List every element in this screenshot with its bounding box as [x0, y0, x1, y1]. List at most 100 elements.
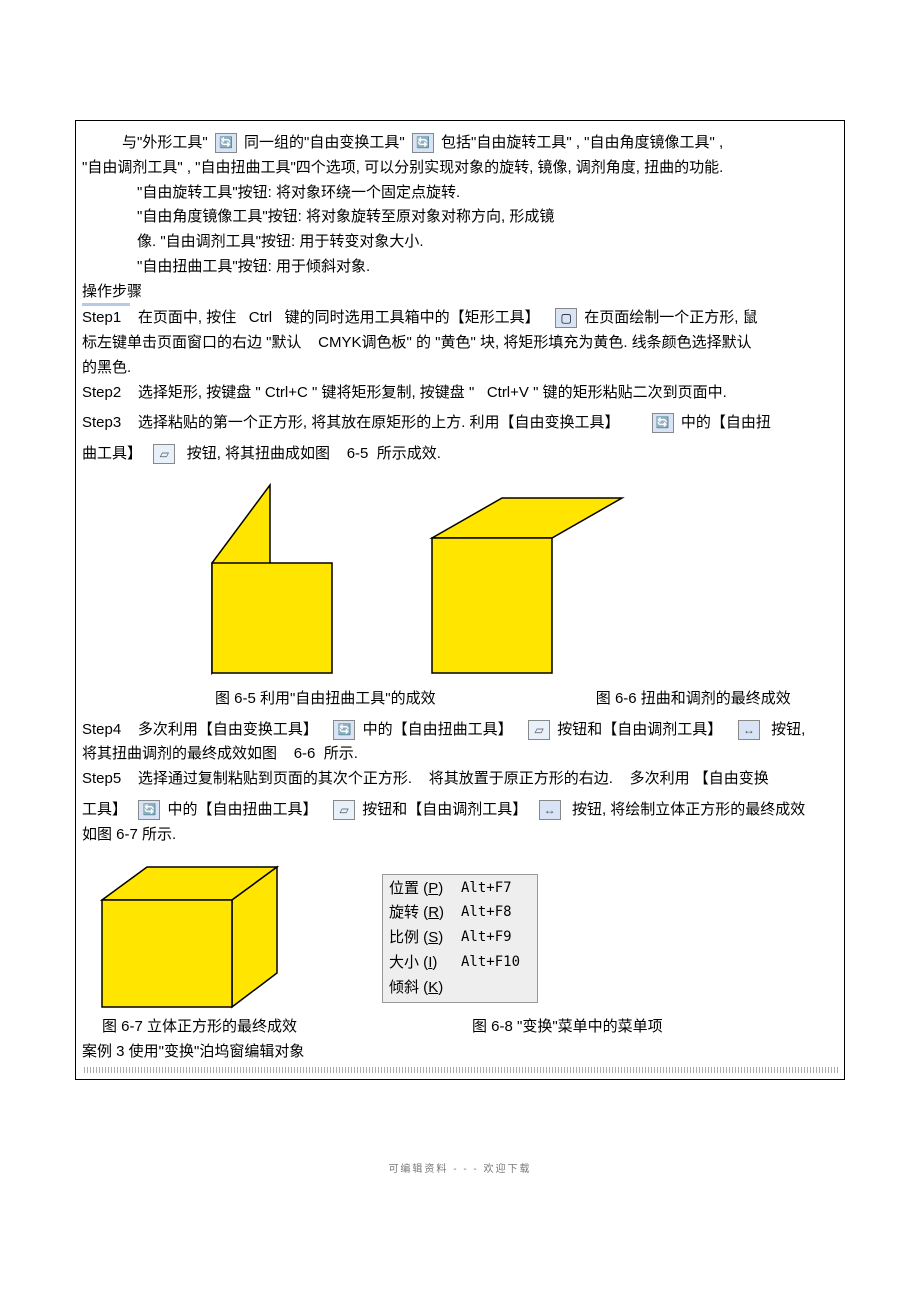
text: 将其放置于原正方形的右边. [429, 770, 613, 787]
fig-ref: 6-5 [347, 445, 369, 462]
text: 选择矩形, 按键盘 " [138, 384, 261, 401]
text: 中的【自由扭 [681, 414, 771, 431]
bullet-1: "自由旋转工具"按钮: 将对象环绕一个固定点旋转. [82, 181, 838, 206]
step2: Step2 选择矩形, 按键盘 " Ctrl+C " 键将矩形复制, 按键盘 "… [82, 381, 838, 406]
figure-row-1 [202, 473, 838, 683]
text: 按钮, [771, 721, 805, 738]
menu-label-text: 倾斜 [389, 979, 419, 996]
figure-6-5-image [202, 473, 362, 683]
text: 标左键单击页面窗口的右边 "默认 [82, 334, 302, 351]
menu-item-position[interactable]: 位置 (P) Alt+F7 [389, 877, 531, 902]
key-ctrl: Ctrl [249, 309, 272, 326]
step3-line2: 曲工具】 按钮, 将其扭曲成如图 6-5 所示成效. [82, 442, 838, 467]
caption-6-8: 图 6-8 "变换"菜单中的菜单项 [472, 1015, 792, 1040]
step1: Step1 在页面中, 按住 Ctrl 键的同时选用工具箱中的【矩形工具】 在页… [82, 306, 838, 331]
step-label: Step5 [82, 770, 121, 787]
menu-shortcut: Alt+F8 [461, 901, 531, 926]
free-distort-icon [153, 444, 175, 464]
free-transform-icon [333, 720, 355, 740]
step1-line3: 的黑色. [82, 356, 838, 381]
intro-line2: "自由调剂工具" , "自由扭曲工具"四个选项, 可以分别实现对象的旋转, 镜像… [82, 156, 838, 181]
key-ctrl-c: Ctrl+C [265, 384, 308, 401]
page-footer: 可编辑资料 - - - 欢迎下载 [0, 1160, 920, 1175]
menu-key: K [428, 979, 438, 996]
bullet-2: "自由角度镜像工具"按钮: 将对象旋转至原对象对称方向, 形成镜 [82, 205, 838, 230]
figure-row-2: 位置 (P) Alt+F7 旋转 (R) Alt+F8 比例 (S) Alt+F… [82, 855, 838, 1015]
intro-line1: 与"外形工具" 同一组的"自由变换工具" 包括"自由旋转工具" , "自由角度镜… [82, 131, 838, 156]
caption-row-1: 图 6-5 利用"自由扭曲工具"的成效 图 6-6 扭曲和调剂的最终成效 [82, 687, 838, 712]
menu-shortcut: Alt+F7 [461, 877, 531, 902]
text: " 键的矩形粘贴二次到页面中. [533, 384, 727, 401]
step5: Step5 选择通过复制粘贴到页面的其次个正方形. 将其放置于原正方形的右边. … [82, 767, 838, 792]
text: 按钮和【自由调剂工具】 [362, 801, 527, 818]
step4-line2: 将其扭曲调剂的最终成效如图 6-6 所示. [82, 742, 838, 767]
menu-key: R [428, 904, 439, 921]
text: 中的【自由扭曲工具】 [363, 721, 513, 738]
text: 多次利用 【自由变换 [630, 770, 769, 787]
text: CMYK调色板" 的 "黄色" 块, 将矩形填充为黄色. 线条颜色选择默认 [318, 334, 752, 351]
case-3: 案例 3 使用"变换"泊坞窗编辑对象 [82, 1040, 838, 1065]
caption-row-2: 图 6-7 立体正方形的最终成效 图 6-8 "变换"菜单中的菜单项 [82, 1015, 838, 1040]
key-ctrl-v: Ctrl+V [487, 384, 529, 401]
menu-item-scale[interactable]: 比例 (S) Alt+F9 [389, 926, 531, 951]
bullet-3: 像. "自由调剂工具"按钮: 用于转变对象大小. [82, 230, 838, 255]
caption-6-7: 图 6-7 立体正方形的最终成效 [82, 1015, 382, 1040]
free-transform-icon [138, 800, 160, 820]
menu-label-text: 比例 [389, 929, 419, 946]
step5-line3: 如图 6-7 所示. [82, 823, 838, 848]
menu-item-size[interactable]: 大小 (I) Alt+F10 [389, 951, 531, 976]
text: 所示成效. [377, 445, 441, 462]
menu-label-text: 旋转 [389, 904, 419, 921]
text: 包括"自由旋转工具" , "自由角度镜像工具" , [441, 134, 723, 151]
menu-label-text: 位置 [389, 880, 419, 897]
bullet-4: "自由扭曲工具"按钮: 用于倾斜对象. [82, 255, 838, 280]
figure-6-6-image [422, 483, 632, 683]
text: 多次利用【自由变换工具】 [138, 721, 318, 738]
caption-6-6: 图 6-6 扭曲和调剂的最终成效 [549, 687, 838, 712]
ops-heading: 操作步骤 [82, 280, 838, 305]
document-page: 与"外形工具" 同一组的"自由变换工具" 包括"自由旋转工具" , "自由角度镜… [75, 120, 845, 1080]
step-label: Step1 [82, 309, 121, 326]
menu-key: S [428, 929, 438, 946]
step-label: Step4 [82, 721, 121, 738]
rectangle-tool-icon [555, 308, 577, 328]
step4: Step4 多次利用【自由变换工具】 中的【自由扭曲工具】 按钮和【自由调剂工具… [82, 718, 838, 743]
text: 将其扭曲调剂的最终成效如图 [82, 745, 277, 762]
shape-tool-icon [215, 133, 237, 153]
figure-6-7-image [92, 855, 292, 1015]
step-label: Step3 [82, 414, 121, 431]
step5-line2: 工具】 中的【自由扭曲工具】 按钮和【自由调剂工具】 按钮, 将绘制立体正方形的… [82, 798, 838, 823]
menu-shortcut: Alt+F9 [461, 926, 531, 951]
step-label: Step2 [82, 384, 121, 401]
wavy-separator [82, 1067, 838, 1073]
text: 在页面中, 按住 [138, 309, 236, 326]
text: " 键将矩形复制, 按键盘 " [312, 384, 474, 401]
text: 曲工具】 [82, 445, 142, 462]
text: 选择粘贴的第一个正方形, 将其放在原矩形的上方. 利用【自由变换工具】 [138, 414, 620, 431]
text: 按钮和【自由调剂工具】 [557, 721, 722, 738]
free-transform-icon [652, 413, 674, 433]
menu-shortcut [461, 976, 531, 1001]
menu-key: I [428, 954, 432, 971]
text: 在页面绘制一个正方形, 鼠 [584, 309, 757, 326]
step3: Step3 选择粘贴的第一个正方形, 将其放在原矩形的上方. 利用【自由变换工具… [82, 411, 838, 436]
text: 工具】 [82, 801, 127, 818]
text: 按钮, 将其扭曲成如图 [187, 445, 330, 462]
text: 按钮, 将绘制立体正方形的最终成效 [572, 801, 805, 818]
free-adjust-icon [539, 800, 561, 820]
free-distort-icon [528, 720, 550, 740]
text: 中的【自由扭曲工具】 [168, 801, 318, 818]
text: 与"外形工具" [122, 134, 208, 151]
menu-key: P [428, 880, 438, 897]
text: 选择通过复制粘贴到页面的其次个正方形. [138, 770, 412, 787]
text: 所示. [324, 745, 358, 762]
menu-item-rotate[interactable]: 旋转 (R) Alt+F8 [389, 901, 531, 926]
transform-menu: 位置 (P) Alt+F7 旋转 (R) Alt+F8 比例 (S) Alt+F… [382, 874, 538, 1004]
text: 同一组的"自由变换工具" [244, 134, 405, 151]
menu-shortcut: Alt+F10 [461, 951, 531, 976]
step1-line2: 标左键单击页面窗口的右边 "默认 CMYK调色板" 的 "黄色" 块, 将矩形填… [82, 331, 838, 356]
free-distort-icon [333, 800, 355, 820]
fig-ref: 6-6 [294, 745, 316, 762]
menu-item-skew[interactable]: 倾斜 (K) [389, 976, 531, 1001]
menu-label-text: 大小 [389, 954, 419, 971]
